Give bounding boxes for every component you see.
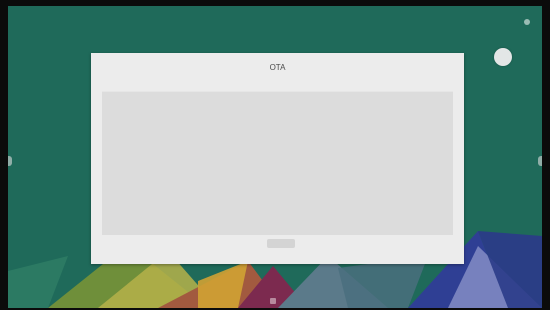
status-icon[interactable] <box>524 19 530 25</box>
ota-dialog: OTA <box>91 53 464 264</box>
screen: OTA <box>0 0 550 310</box>
home-icon[interactable] <box>270 297 276 304</box>
dialog-title: OTA <box>269 63 286 72</box>
navbar[interactable] <box>270 292 282 304</box>
dialog-confirm-button[interactable] <box>267 239 295 248</box>
left-edge-handle[interactable] <box>8 156 12 166</box>
floating-assist-button[interactable] <box>494 48 512 66</box>
ota-log-panel[interactable] <box>102 91 453 235</box>
right-edge-handle[interactable] <box>538 156 542 166</box>
